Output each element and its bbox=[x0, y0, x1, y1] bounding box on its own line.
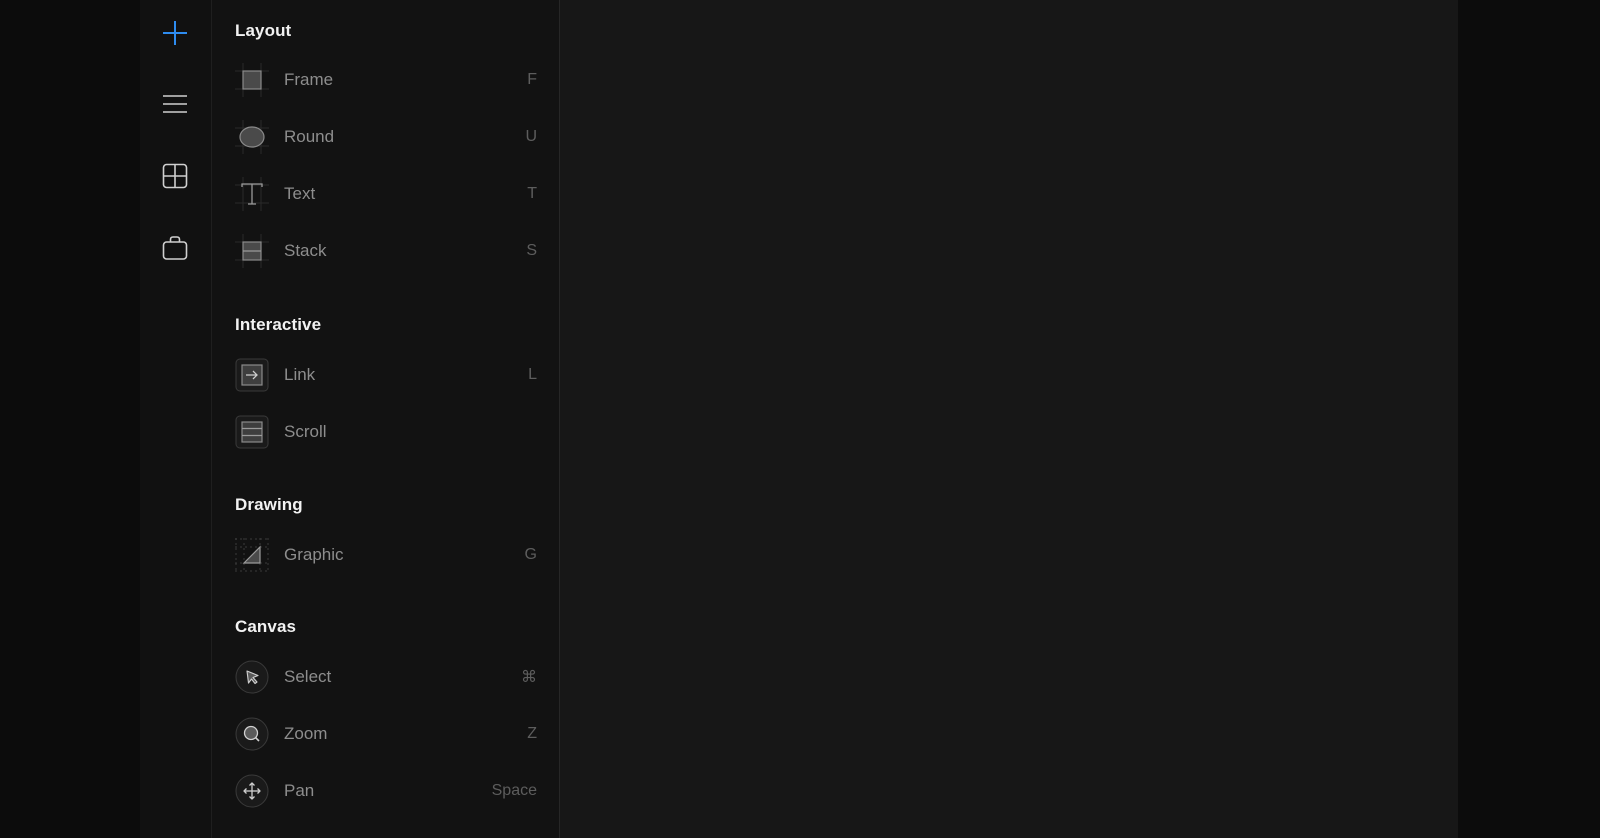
shortcut-key: S bbox=[526, 242, 537, 259]
section-title-canvas: Canvas bbox=[235, 617, 297, 636]
plus-icon bbox=[163, 21, 187, 45]
right-margin bbox=[1458, 0, 1600, 838]
tool-round[interactable]: Round U bbox=[235, 117, 537, 157]
shortcut-key: T bbox=[527, 185, 537, 202]
shortcut-key: U bbox=[525, 128, 537, 145]
components-button[interactable] bbox=[157, 158, 193, 194]
tool-text[interactable]: Text T bbox=[235, 174, 537, 214]
shortcut-key: G bbox=[524, 546, 537, 563]
stack-icon bbox=[235, 234, 269, 268]
icon-rail bbox=[140, 0, 212, 838]
section-title-layout: Layout bbox=[235, 21, 292, 40]
left-margin bbox=[0, 0, 140, 838]
tool-label: Select bbox=[284, 667, 332, 686]
round-icon bbox=[235, 120, 269, 154]
store-button[interactable] bbox=[157, 230, 193, 266]
insert-button[interactable] bbox=[157, 15, 193, 51]
menu-icon bbox=[163, 95, 187, 113]
tool-label: Frame bbox=[284, 70, 334, 89]
tool-label: Stack bbox=[284, 241, 327, 260]
layers-button[interactable] bbox=[157, 86, 193, 122]
tool-select[interactable]: Select ⌘ bbox=[235, 657, 537, 697]
shortcut-key: Space bbox=[491, 782, 537, 799]
section-title-interactive: Interactive bbox=[235, 315, 322, 334]
tool-graphic[interactable]: Graphic G bbox=[235, 535, 537, 575]
text-icon bbox=[235, 177, 269, 211]
frame-icon bbox=[235, 63, 269, 97]
scroll-icon bbox=[235, 415, 269, 449]
shortcut-key: ⌘ bbox=[521, 669, 537, 686]
tool-link[interactable]: Link L bbox=[235, 355, 537, 395]
link-icon bbox=[235, 358, 269, 392]
tool-scroll[interactable]: Scroll bbox=[235, 412, 537, 452]
tool-label: Scroll bbox=[284, 422, 327, 441]
tool-label: Link bbox=[284, 365, 316, 384]
tool-label: Zoom bbox=[284, 724, 328, 743]
tool-pan[interactable]: Pan Space bbox=[235, 771, 537, 811]
shortcut-key: F bbox=[527, 71, 537, 88]
tool-label: Pan bbox=[284, 781, 315, 800]
move-icon bbox=[235, 774, 269, 808]
tool-label: Round bbox=[284, 127, 335, 146]
graphic-icon bbox=[235, 538, 269, 572]
zoom-icon bbox=[235, 717, 269, 751]
tool-zoom[interactable]: Zoom Z bbox=[235, 714, 537, 754]
app-window: Layout Frame F Round U Text T Stack S In… bbox=[0, 0, 1600, 838]
tool-stack[interactable]: Stack S bbox=[235, 231, 537, 271]
cursor-icon bbox=[235, 660, 269, 694]
tool-label: Graphic bbox=[284, 545, 344, 564]
section-title-drawing: Drawing bbox=[235, 495, 303, 514]
bag-icon bbox=[162, 236, 188, 260]
tool-label: Text bbox=[284, 184, 316, 203]
shortcut-key: Z bbox=[527, 725, 537, 742]
grid-icon bbox=[162, 163, 188, 189]
design-canvas[interactable] bbox=[560, 0, 1458, 838]
tool-frame[interactable]: Frame F bbox=[235, 60, 537, 100]
shortcut-key: L bbox=[528, 366, 537, 383]
insert-panel: Layout Frame F Round U Text T Stack S In… bbox=[212, 0, 560, 838]
